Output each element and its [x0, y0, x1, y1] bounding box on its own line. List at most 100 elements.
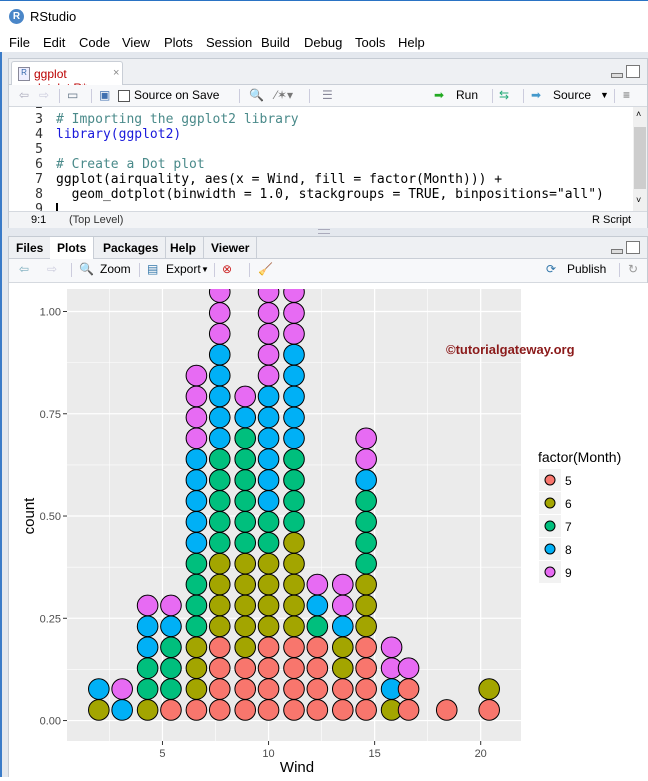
previous-plot-icon[interactable]: ⇦ [19, 262, 29, 276]
scrollbar-thumb[interactable] [634, 127, 646, 189]
export-icon[interactable]: ▤ [147, 262, 158, 276]
run-button[interactable]: Run [456, 88, 478, 102]
dot-month-9 [111, 678, 133, 700]
code-line: geom_dotplot(binwidth = 1.0, stackgroups… [56, 187, 604, 202]
dot-month-7 [234, 490, 257, 512]
legend-label: 5 [565, 474, 572, 488]
legend-dot-6 [544, 497, 556, 509]
code-line: # Create a Dot plot [56, 157, 205, 172]
menu-session[interactable]: Session [206, 35, 252, 50]
menu-build[interactable]: Build [261, 35, 290, 50]
code-editor[interactable]: 2 3 # Importing the ggplot2 library 4 li… [9, 107, 635, 211]
minimize-pane-button[interactable] [611, 73, 623, 78]
publish-icon[interactable]: ⟳ [546, 262, 556, 276]
forward-arrow-icon[interactable]: ⇨ [39, 88, 49, 102]
tab-plots[interactable]: Plots [50, 237, 95, 259]
dot-month-9 [283, 322, 305, 345]
next-plot-icon[interactable]: ⇨ [47, 262, 57, 276]
x-tick-label: 15 [368, 748, 380, 760]
back-arrow-icon[interactable]: ⇦ [19, 88, 29, 102]
y-tick-label: 0.75 [40, 409, 61, 421]
close-tab-icon[interactable]: × [113, 67, 119, 79]
dot-month-8 [283, 364, 305, 387]
outline-icon[interactable]: ≡ [623, 88, 630, 102]
dot-month-5 [283, 699, 305, 721]
dot-month-6 [331, 657, 354, 679]
export-button[interactable]: Export [166, 262, 201, 276]
dot-month-7 [257, 511, 280, 533]
dot-month-8 [208, 343, 231, 366]
dot-month-8 [136, 636, 159, 659]
maximize-pane-button[interactable] [626, 65, 640, 78]
rerun-icon[interactable]: ⇆ [499, 88, 509, 102]
remove-plot-icon[interactable]: ⊗ [222, 262, 232, 276]
menu-debug[interactable]: Debug [304, 35, 342, 50]
pane-splitter[interactable] [318, 229, 330, 234]
dot-month-8 [111, 699, 133, 721]
source-button[interactable]: Source [553, 88, 591, 102]
tab-packages[interactable]: Packages [96, 237, 167, 259]
line-number: 5 [35, 142, 43, 157]
plot-viewer: 5 10 15 20 0.00 0.25 0.50 0.75 1.00 Wind count ©… [9, 283, 648, 778]
watermark-text: ©tutorialgateway.org [446, 342, 575, 357]
show-in-window-icon[interactable]: ▭ [67, 88, 78, 102]
zoom-icon[interactable]: 🔍 [79, 262, 94, 276]
scroll-up-icon[interactable]: ˄ [636, 109, 641, 119]
dot-month-9 [283, 302, 305, 324]
dot-month-8 [283, 427, 305, 450]
menu-code[interactable]: Code [79, 35, 110, 50]
source-on-save-checkbox[interactable] [118, 90, 130, 102]
dot-month-8 [185, 531, 208, 554]
zoom-button[interactable]: Zoom [100, 262, 131, 276]
dot-month-7 [355, 511, 377, 533]
menu-edit[interactable]: Edit [43, 35, 65, 50]
search-icon[interactable]: 🔍 [249, 88, 264, 102]
dot-month-5 [257, 657, 280, 679]
dot-month-8 [257, 427, 280, 450]
dot-month-7 [234, 469, 257, 491]
dot-month-9 [331, 594, 354, 617]
dot-month-6 [234, 594, 257, 617]
maximize-pane-button[interactable] [626, 241, 640, 254]
menu-tools[interactable]: Tools [355, 35, 385, 50]
refresh-icon[interactable]: ↻ [628, 262, 638, 276]
editor-tab[interactable]: R ggplot dotplot.R* × [11, 61, 123, 95]
plots-toolbar: ⇦ ⇨ 🔍 Zoom ▤ Export ▼ ⊗ 🧹 ⟳ Publish ↻ [9, 259, 647, 283]
clear-all-broom-icon[interactable]: 🧹 [258, 262, 273, 276]
menu-help[interactable]: Help [398, 35, 425, 50]
tab-files[interactable]: Files [9, 237, 52, 259]
dot-month-7 [185, 594, 208, 617]
dot-month-7 [160, 678, 182, 700]
dot-month-6 [257, 573, 280, 596]
source-dropdown-icon[interactable]: ▼ [600, 90, 609, 100]
dot-month-5 [355, 678, 377, 700]
tab-viewer[interactable]: Viewer [204, 237, 258, 259]
source-icon[interactable]: ➡ [531, 88, 541, 102]
dot-month-9 [355, 427, 377, 450]
save-icon[interactable]: ▣ [99, 88, 110, 102]
menu-view[interactable]: View [122, 35, 150, 50]
dot-month-8 [185, 448, 208, 470]
scope-selector[interactable]: (Top Level) [69, 214, 123, 226]
editor-scrollbar[interactable]: ˄ ˅ [633, 107, 647, 211]
plots-tab-bar: Files Plots Packages Help Viewer [9, 237, 647, 259]
dot-month-8 [257, 469, 280, 491]
dot-month-9 [208, 289, 231, 303]
publish-button[interactable]: Publish [567, 262, 606, 276]
scroll-down-icon[interactable]: ˅ [636, 195, 641, 205]
minimize-pane-button[interactable] [611, 249, 623, 254]
filetype-selector[interactable]: R Script [592, 214, 631, 226]
dot-month-8 [185, 511, 208, 533]
tab-help[interactable]: Help [163, 237, 205, 259]
dot-month-7 [306, 615, 329, 638]
dot-month-5 [208, 636, 231, 659]
magic-wand-icon[interactable]: ⁄✶▾ [275, 88, 293, 102]
export-dropdown-icon[interactable]: ▼ [201, 265, 209, 274]
menu-file[interactable]: File [9, 35, 30, 50]
run-icon[interactable]: ➡ [434, 88, 444, 102]
menu-plots[interactable]: Plots [164, 35, 193, 50]
dot-month-5 [355, 636, 377, 659]
source-on-save-label: Source on Save [134, 88, 220, 102]
compile-report-icon[interactable]: ☰ [322, 88, 333, 102]
dot-month-9 [234, 385, 257, 408]
